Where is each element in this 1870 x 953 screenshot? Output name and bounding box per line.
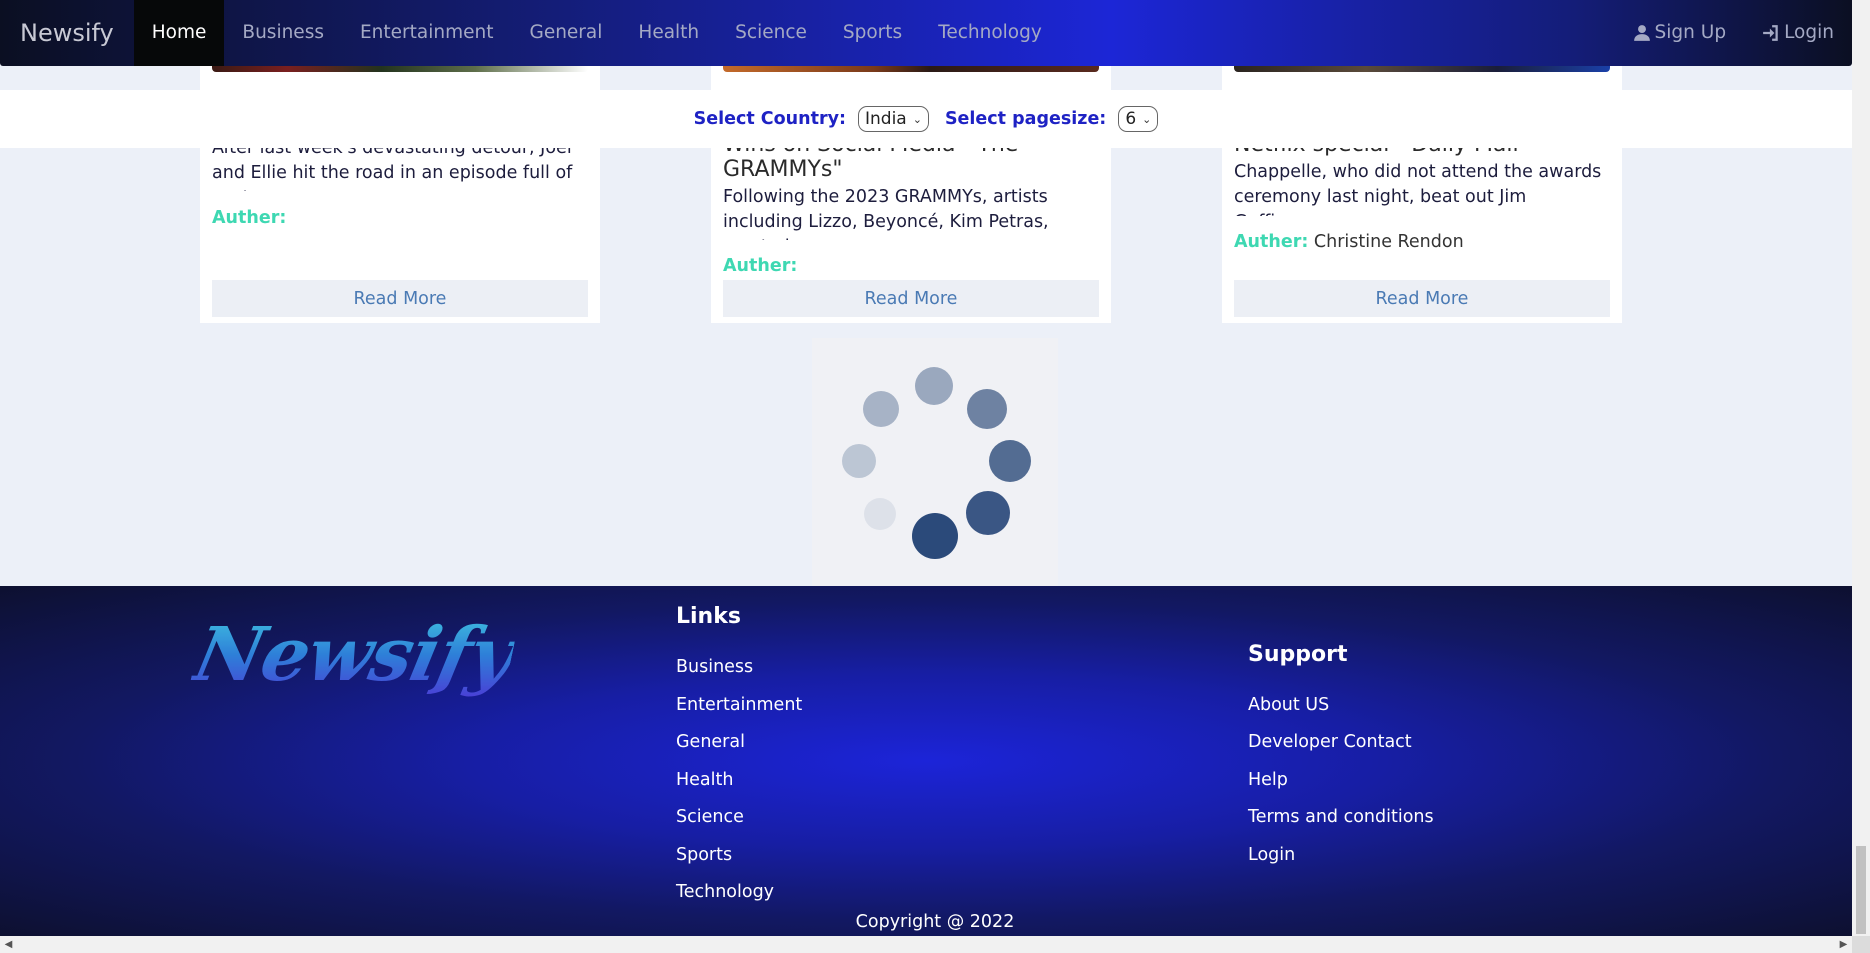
chevron-down-icon: ⌄	[912, 112, 922, 126]
author-label: Auther:	[723, 256, 798, 276]
signup-label: Sign Up	[1654, 22, 1727, 43]
footer-link-science[interactable]: Science	[676, 807, 744, 827]
author-label: Auther:	[212, 208, 287, 228]
login-icon	[1763, 25, 1778, 41]
selector-bar: Select Country: India ⌄ Select pagesize:…	[0, 90, 1852, 148]
nav-item-business[interactable]: Business	[224, 0, 342, 66]
nav-item-technology[interactable]: Technology	[920, 0, 1060, 66]
pagesize-select-value: 6	[1125, 109, 1137, 129]
scrollbar-corner	[1852, 936, 1870, 953]
news-card-description: Following the 2023 GRAMMYs, artists incl…	[723, 187, 1049, 240]
links-title: Links	[676, 604, 741, 629]
read-more-button[interactable]: Read More	[212, 280, 588, 317]
signup-link[interactable]: Sign Up	[1615, 0, 1745, 66]
footer-link-business[interactable]: Business	[676, 657, 753, 677]
horizontal-scrollbar[interactable]: ◀ ▶	[0, 936, 1852, 953]
vertical-scrollbar-thumb[interactable]	[1856, 846, 1866, 934]
footer-link-entertainment[interactable]: Entertainment	[676, 695, 802, 715]
pagesize-select[interactable]: 6 ⌄	[1118, 106, 1159, 132]
spinner-dot	[912, 513, 958, 559]
news-card-description: Chappelle, who did not attend the awards…	[1234, 162, 1602, 216]
spinner-dot	[863, 391, 899, 427]
user-icon	[1633, 25, 1650, 41]
footer-link-developer-contact[interactable]: Developer Contact	[1248, 732, 1412, 752]
scroll-left-arrow-icon[interactable]: ◀	[0, 936, 17, 953]
nav-item-science[interactable]: Science	[717, 0, 825, 66]
footer: Newsify Links Business Entertainment Gen…	[0, 586, 1852, 936]
footer-link-sports[interactable]: Sports	[676, 845, 732, 865]
nav-right: Sign Up Login	[1615, 0, 1852, 66]
loading-spinner	[812, 338, 1058, 586]
news-card-author: Auther: Christine Rendon	[1234, 232, 1610, 252]
footer-logo: Newsify	[186, 612, 522, 698]
footer-link-terms[interactable]: Terms and conditions	[1248, 807, 1434, 827]
author-label: Auther:	[1234, 232, 1309, 252]
read-more-button[interactable]: Read More	[1234, 280, 1610, 317]
read-more-button[interactable]: Read More	[723, 280, 1099, 317]
country-label: Select Country:	[693, 109, 846, 129]
chevron-down-icon: ⌄	[1142, 112, 1152, 126]
login-label: Login	[1784, 22, 1834, 43]
news-card-author: Auther:	[212, 208, 588, 228]
spinner-dot	[989, 440, 1031, 482]
footer-link-technology[interactable]: Technology	[676, 882, 774, 902]
login-link[interactable]: Login	[1744, 0, 1852, 66]
author-name: Christine Rendon	[1313, 232, 1464, 252]
nav-item-sports[interactable]: Sports	[825, 0, 920, 66]
footer-link-about-us[interactable]: About US	[1248, 695, 1329, 715]
nav-item-health[interactable]: Health	[620, 0, 717, 66]
country-select-value: India	[864, 109, 907, 129]
footer-link-general[interactable]: General	[676, 732, 745, 752]
nav-item-home[interactable]: Home	[133, 0, 225, 66]
pagesize-label: Select pagesize:	[944, 109, 1107, 129]
spinner-dot	[966, 491, 1010, 535]
country-select[interactable]: India ⌄	[857, 106, 929, 132]
nav-item-general[interactable]: General	[511, 0, 620, 66]
spinner-dot	[842, 444, 876, 478]
footer-link-login[interactable]: Login	[1248, 845, 1295, 865]
news-card-author: Auther:	[723, 256, 1099, 276]
scroll-right-arrow-icon[interactable]: ▶	[1835, 936, 1852, 953]
footer-link-health[interactable]: Health	[676, 770, 733, 790]
nav-item-entertainment[interactable]: Entertainment	[342, 0, 512, 66]
footer-link-help[interactable]: Help	[1248, 770, 1288, 790]
support-title: Support	[1248, 642, 1348, 667]
spinner-dot	[915, 367, 953, 405]
brand-name[interactable]: Newsify	[0, 0, 134, 66]
vertical-scrollbar[interactable]	[1852, 0, 1870, 936]
top-navbar: Newsify Home Business Entertainment Gene…	[0, 0, 1852, 66]
spinner-dot	[967, 389, 1007, 429]
copyright-text: Copyright @ 2022	[855, 912, 1015, 932]
spinner-dot	[864, 498, 896, 530]
